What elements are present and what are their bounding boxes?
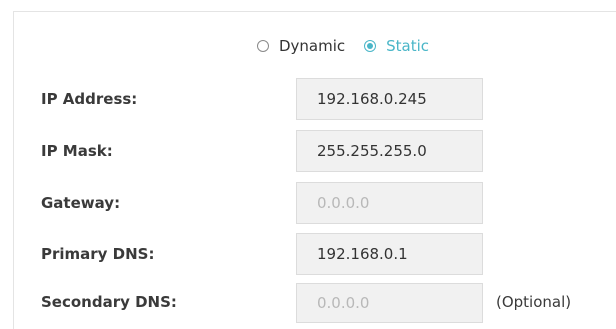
secondary-dns-optional-note: (Optional) (496, 293, 572, 311)
ip-address-input[interactable] (296, 78, 483, 120)
static-radio-label[interactable]: Static (386, 37, 429, 55)
primary-dns-label: Primary DNS: (41, 245, 155, 263)
ip-settings-page: Dynamic Static IP Address: IP Mask: Gate… (0, 0, 616, 329)
dynamic-radio-circle-icon[interactable] (257, 40, 269, 52)
gateway-label: Gateway: (41, 194, 121, 212)
static-radio-circle-icon[interactable] (364, 40, 377, 52)
ip-address-label: IP Address: (41, 90, 138, 108)
primary-dns-input[interactable] (296, 233, 483, 275)
ip-mode-selector: Dynamic Static (257, 36, 429, 56)
ip-mask-label: IP Mask: (41, 142, 113, 160)
dynamic-radio[interactable]: Dynamic (257, 37, 345, 55)
static-radio[interactable]: Static (364, 37, 429, 55)
gateway-input[interactable] (296, 182, 483, 224)
secondary-dns-input[interactable] (296, 283, 483, 323)
dynamic-radio-label[interactable]: Dynamic (279, 37, 345, 55)
ip-mask-input[interactable] (296, 130, 483, 172)
secondary-dns-label: Secondary DNS: (41, 293, 177, 311)
